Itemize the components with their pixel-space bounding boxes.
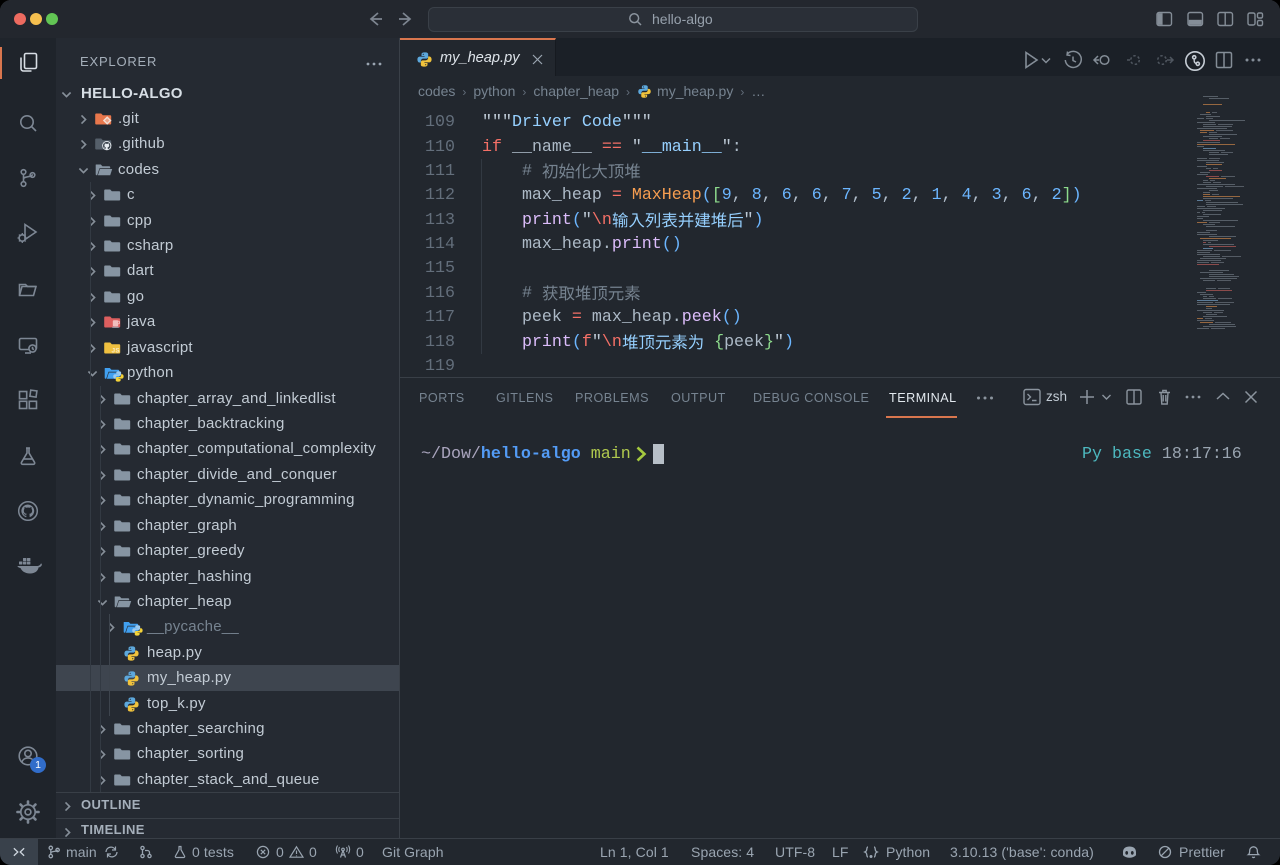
svg-text:JS: JS [112, 347, 121, 354]
